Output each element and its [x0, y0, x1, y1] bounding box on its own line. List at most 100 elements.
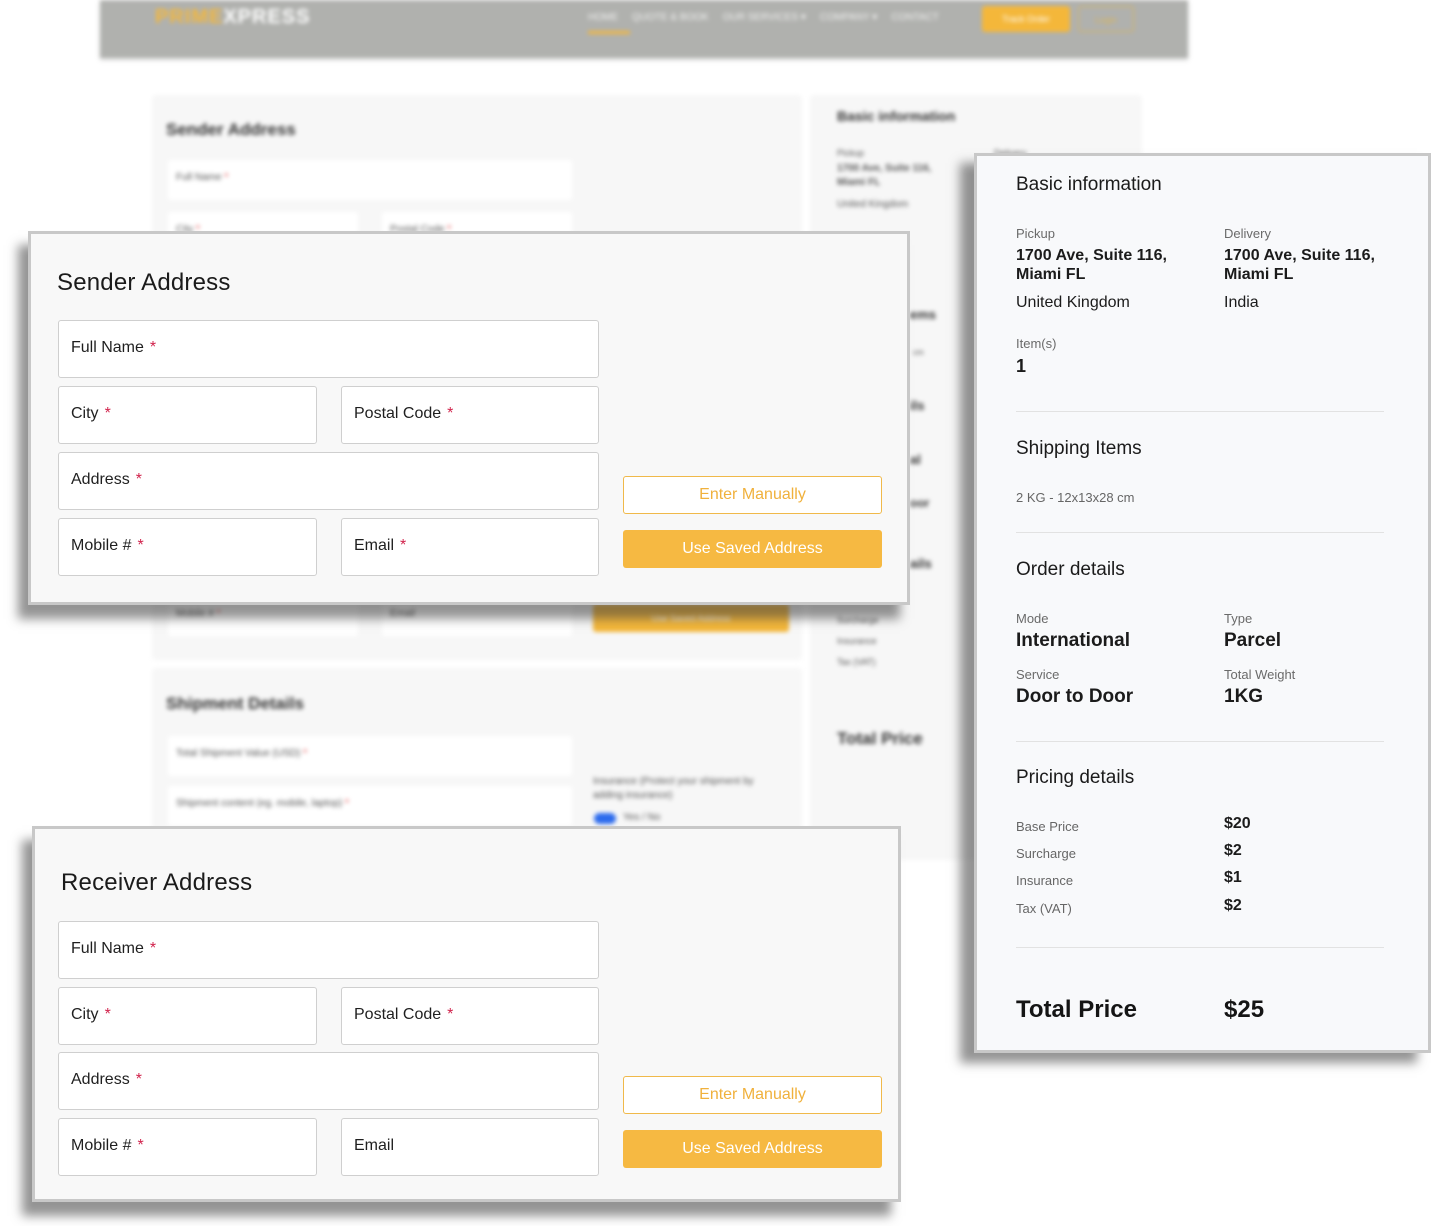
bg-shipment-value-field[interactable]: Total Shipment Value (USD) *: [168, 736, 572, 776]
items-label: Item(s): [1016, 336, 1057, 351]
items-value: 1: [1016, 356, 1027, 376]
bg-insurance-toggle[interactable]: [594, 813, 616, 824]
sender-enter-manually-button[interactable]: Enter Manually: [623, 476, 882, 514]
required-marker: *: [135, 471, 142, 488]
field-label: Postal Code: [354, 1006, 442, 1023]
basic-info-title: Basic information: [1016, 174, 1162, 195]
sender-email-input[interactable]: Email *: [341, 518, 599, 576]
bg-sender-title: Sender Address: [166, 120, 296, 139]
pricing-row-label: Base Price: [1016, 819, 1079, 834]
bg-frag-pricing: ails: [910, 556, 932, 571]
nav-menu: Home Quote & Book Our Services ▾ Company…: [588, 12, 939, 23]
nav-item-contact[interactable]: Contact: [891, 12, 939, 23]
pricing-row-label: Surcharge: [1016, 846, 1076, 861]
weight-label: Total Weight: [1224, 667, 1296, 682]
top-navbar: PRIMEXPRESS Home Quote & Book Our Servic…: [100, 0, 1188, 58]
receiver-mobile-input[interactable]: Mobile # *: [58, 1118, 317, 1176]
pricing-row-label: Tax (VAT): [1016, 901, 1072, 916]
bg-full-name-field[interactable]: Full Name *: [168, 160, 572, 200]
mode-value: International: [1016, 630, 1131, 651]
bg-use-saved-button[interactable]: Use Saved Address: [593, 604, 789, 632]
bg-frag-mode: al: [910, 452, 921, 467]
total-price-label: Total Price: [1016, 996, 1137, 1023]
weight-value: 1KG: [1224, 686, 1264, 707]
field-label: Mobile #: [71, 537, 132, 554]
order-details-title: Order details: [1016, 559, 1125, 580]
pricing-row-value: $1: [1224, 869, 1242, 886]
field-label: Full Name: [71, 940, 144, 957]
field-label: City: [71, 405, 99, 422]
sender-address-card: Sender Address Full Name * City * Postal C…: [28, 231, 910, 605]
receiver-address-card: Receiver Address Full Name * City * Postal…: [32, 826, 901, 1202]
shipping-item: 2 KG - 12x13x28 cm: [1016, 490, 1135, 505]
receiver-enter-manually-button[interactable]: Enter Manually: [623, 1076, 882, 1114]
bg-shipment-content-field[interactable]: Shipment content (eg. mobile, laptop) *: [168, 786, 572, 826]
order-summary-card: Basic information Pickup 1700 Ave, Suite…: [974, 153, 1431, 1053]
bg-frag-dims: cm: [913, 348, 924, 357]
bg-frag-details: ils: [910, 398, 925, 413]
bg-frag-items: ems: [910, 307, 937, 322]
pickup-country: United Kingdom: [1016, 294, 1130, 311]
field-label: Postal Code: [354, 405, 442, 422]
sender-title: Sender Address: [57, 269, 231, 296]
bg-summary-title: Basic information: [837, 108, 956, 124]
bg-pickup-country: United Kingdom: [837, 199, 909, 210]
sender-full-name-input[interactable]: Full Name *: [58, 320, 599, 378]
sender-mobile-input[interactable]: Mobile # *: [58, 518, 317, 576]
shipping-items-title: Shipping Items: [1016, 438, 1142, 459]
required-marker: *: [135, 1071, 142, 1088]
nav-active-indicator: [588, 31, 630, 34]
bg-insurance: Insurance: [837, 636, 877, 646]
sender-postal-code-input[interactable]: Postal Code *: [341, 386, 599, 444]
bg-insurance-text: Insurance (Protect your shipment by addin…: [593, 776, 754, 801]
required-marker: *: [137, 537, 144, 554]
logo[interactable]: PRIMEXPRESS: [155, 6, 311, 29]
nav-item-company[interactable]: Company ▾: [820, 12, 877, 23]
divider: [1016, 532, 1384, 533]
bg-frag-door: oor: [910, 496, 930, 510]
type-label: Type: [1224, 611, 1253, 626]
bg-total-price: Total Price: [837, 729, 923, 748]
receiver-email-input[interactable]: Email: [341, 1118, 599, 1176]
field-label: Address: [71, 471, 130, 488]
sender-address-input[interactable]: Address *: [58, 452, 599, 510]
required-marker: *: [104, 1006, 111, 1023]
divider: [1016, 947, 1384, 948]
divider: [1016, 741, 1384, 742]
receiver-full-name-input[interactable]: Full Name *: [58, 921, 599, 979]
field-label: Address: [71, 1071, 130, 1088]
receiver-city-input[interactable]: City *: [58, 987, 317, 1045]
bg-surcharge: Surcharge: [837, 615, 879, 625]
service-value: Door to Door: [1016, 686, 1134, 707]
required-marker: *: [400, 537, 407, 554]
receiver-use-saved-address-button[interactable]: Use Saved Address: [623, 1130, 882, 1168]
bg-toggle-label: Yes / No: [623, 812, 661, 823]
nav-item-quote[interactable]: Quote & Book: [632, 12, 709, 23]
pricing-details-title: Pricing details: [1016, 767, 1135, 788]
receiver-address-input[interactable]: Address *: [58, 1052, 599, 1110]
field-label: City: [71, 1006, 99, 1023]
required-marker: *: [137, 1137, 144, 1154]
type-value: Parcel: [1224, 630, 1282, 651]
delivery-label: Delivery: [1224, 226, 1271, 241]
required-marker: *: [447, 1006, 454, 1023]
delivery-address: 1700 Ave, Suite 116, Miami FL: [1224, 247, 1375, 283]
total-price-value: $25: [1224, 996, 1265, 1023]
receiver-postal-code-input[interactable]: Postal Code *: [341, 987, 599, 1045]
pricing-row-value: $20: [1224, 815, 1251, 832]
delivery-country: India: [1224, 294, 1259, 311]
nav-item-services[interactable]: Our Services ▾: [723, 12, 806, 23]
sender-use-saved-address-button[interactable]: Use Saved Address: [623, 530, 882, 568]
login-button[interactable]: Login: [1078, 6, 1134, 32]
nav-item-home[interactable]: Home: [588, 12, 618, 23]
required-marker: *: [104, 405, 111, 422]
pricing-row-label: Insurance: [1016, 873, 1074, 888]
bg-tax: Tax (VAT): [837, 657, 876, 667]
bg-pickup-address: 1700 Ave, Suite 116, Miami FL: [837, 163, 932, 188]
required-marker: *: [149, 339, 157, 356]
field-label: Email: [354, 1137, 395, 1154]
sender-city-input[interactable]: City *: [58, 386, 317, 444]
field-label: Mobile #: [71, 1137, 132, 1154]
pricing-row-value: $2: [1224, 897, 1242, 914]
track-order-button[interactable]: Track Order: [982, 6, 1070, 32]
